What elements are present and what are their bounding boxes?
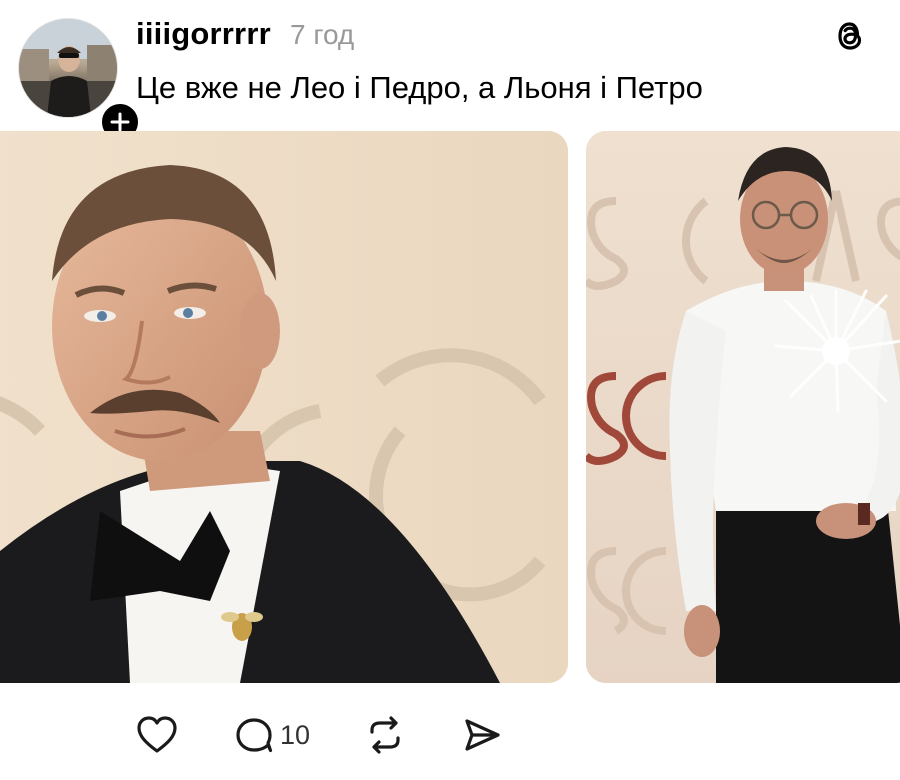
post-photo-2[interactable]	[586, 131, 900, 683]
repost-icon	[370, 716, 400, 754]
avatar[interactable]	[18, 18, 118, 118]
threads-logo-icon[interactable]	[830, 16, 870, 56]
media-carousel[interactable]	[0, 131, 900, 683]
author-username[interactable]: iiiigorrrrr	[136, 14, 271, 54]
repost-button[interactable]	[364, 715, 406, 755]
plus-icon	[110, 112, 130, 132]
photo-leo-illustration	[0, 131, 568, 683]
heart-icon	[137, 716, 177, 753]
thread-post: iiiigorrrrr 7 год Це вже не Лео і Педро,…	[0, 0, 900, 780]
reply-count: 10	[280, 720, 311, 750]
share-button[interactable]	[462, 715, 502, 755]
photo-pedro-illustration	[586, 131, 900, 683]
send-icon	[465, 719, 500, 751]
post-text: Це вже не Лео і Педро, а Льоня і Петро	[136, 70, 703, 105]
post-photo-1[interactable]	[0, 131, 568, 683]
like-button[interactable]	[136, 715, 178, 755]
post-timestamp: 7 год	[290, 19, 355, 50]
speech-bubble-icon	[236, 718, 273, 753]
author-avatar-wrap[interactable]	[18, 18, 142, 144]
reply-button[interactable]: 10	[234, 715, 310, 755]
avatar-photo	[19, 19, 117, 117]
post-actions: 10	[136, 713, 502, 757]
